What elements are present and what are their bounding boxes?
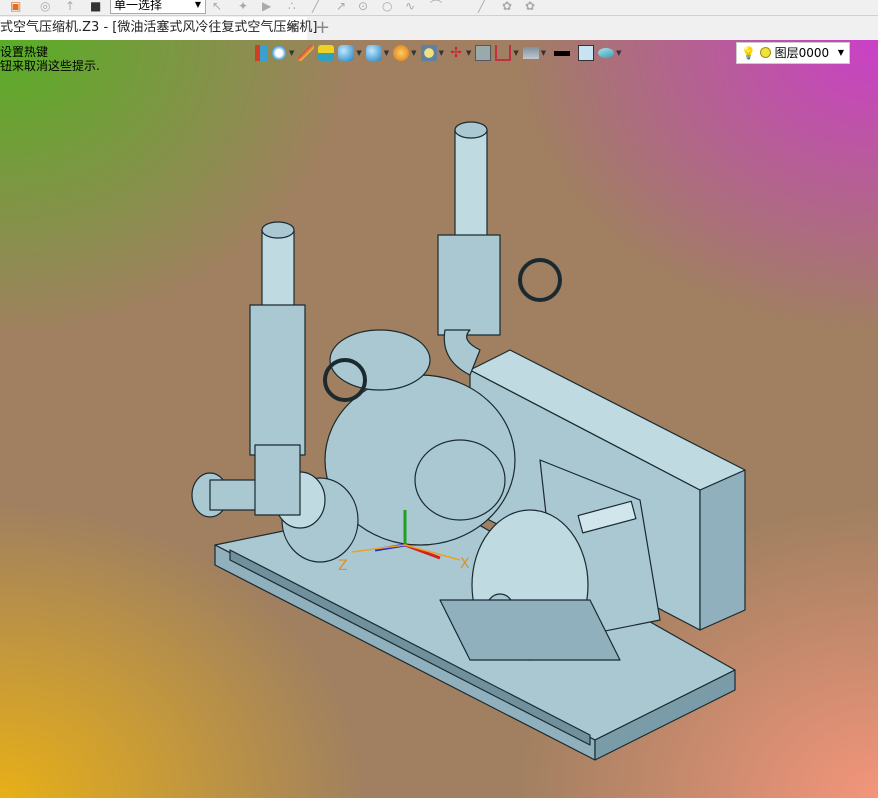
circle-icon[interactable]: ○ <box>382 0 396 12</box>
gear-icon[interactable]: ✿ <box>502 0 516 12</box>
filter-icon[interactable]: ◎ <box>40 0 54 12</box>
stop-icon[interactable]: ■ <box>90 0 104 12</box>
circle-point-icon[interactable]: ⊙ <box>358 0 372 12</box>
new-tab-button[interactable]: + <box>315 17 330 39</box>
close-icon[interactable]: ✕ <box>286 17 298 39</box>
x-axis-label: X <box>460 556 470 572</box>
left-pipe <box>261 229 295 311</box>
right-pipe <box>454 129 488 241</box>
arrow-line-icon[interactable]: ↗ <box>336 0 350 12</box>
spline-icon[interactable]: ∿ <box>405 0 419 12</box>
gear2-icon[interactable]: ✿ <box>525 0 539 12</box>
selection-mode-select[interactable]: 单一选择 ▼ <box>110 0 206 14</box>
main-toolbar: ▣ ◎ ↑ ■ 单一选择 ▼ ↖ ✦ ▶ ∴ ╱ ↗ ⊙ ○ ∿ ⌒ ╱ ✿ ✿ <box>0 0 878 16</box>
z-axis-label: Z <box>338 558 348 574</box>
document-tab[interactable]: 式空气压缩机.Z3 - [微油活塞式风冷往复式空气压缩机] ✕ <box>0 17 317 40</box>
tab-title: 式空气压缩机.Z3 - [微油活塞式风冷往复式空气压缩机] <box>0 20 318 35</box>
point-icon[interactable]: ∴ <box>288 0 302 12</box>
compressor-model[interactable]: X Z <box>0 40 878 798</box>
pick-icon[interactable]: ↖ <box>212 0 226 12</box>
play-icon[interactable]: ▶ <box>262 0 276 12</box>
chevron-down-icon: ▼ <box>194 0 201 9</box>
tab-bar: 式空气压缩机.Z3 - [微油活塞式风冷往复式空气压缩机] ✕ + <box>0 16 878 40</box>
line2-icon[interactable]: ╱ <box>478 0 492 12</box>
pick-face-icon[interactable]: ✦ <box>238 0 252 12</box>
selection-mode-value: 单一选择 <box>114 0 163 12</box>
arc-icon[interactable]: ⌒ <box>430 0 444 12</box>
app-icon[interactable]: ▣ <box>10 0 24 12</box>
pin-icon[interactable]: ↑ <box>65 0 79 12</box>
line-icon[interactable]: ╱ <box>312 0 326 12</box>
